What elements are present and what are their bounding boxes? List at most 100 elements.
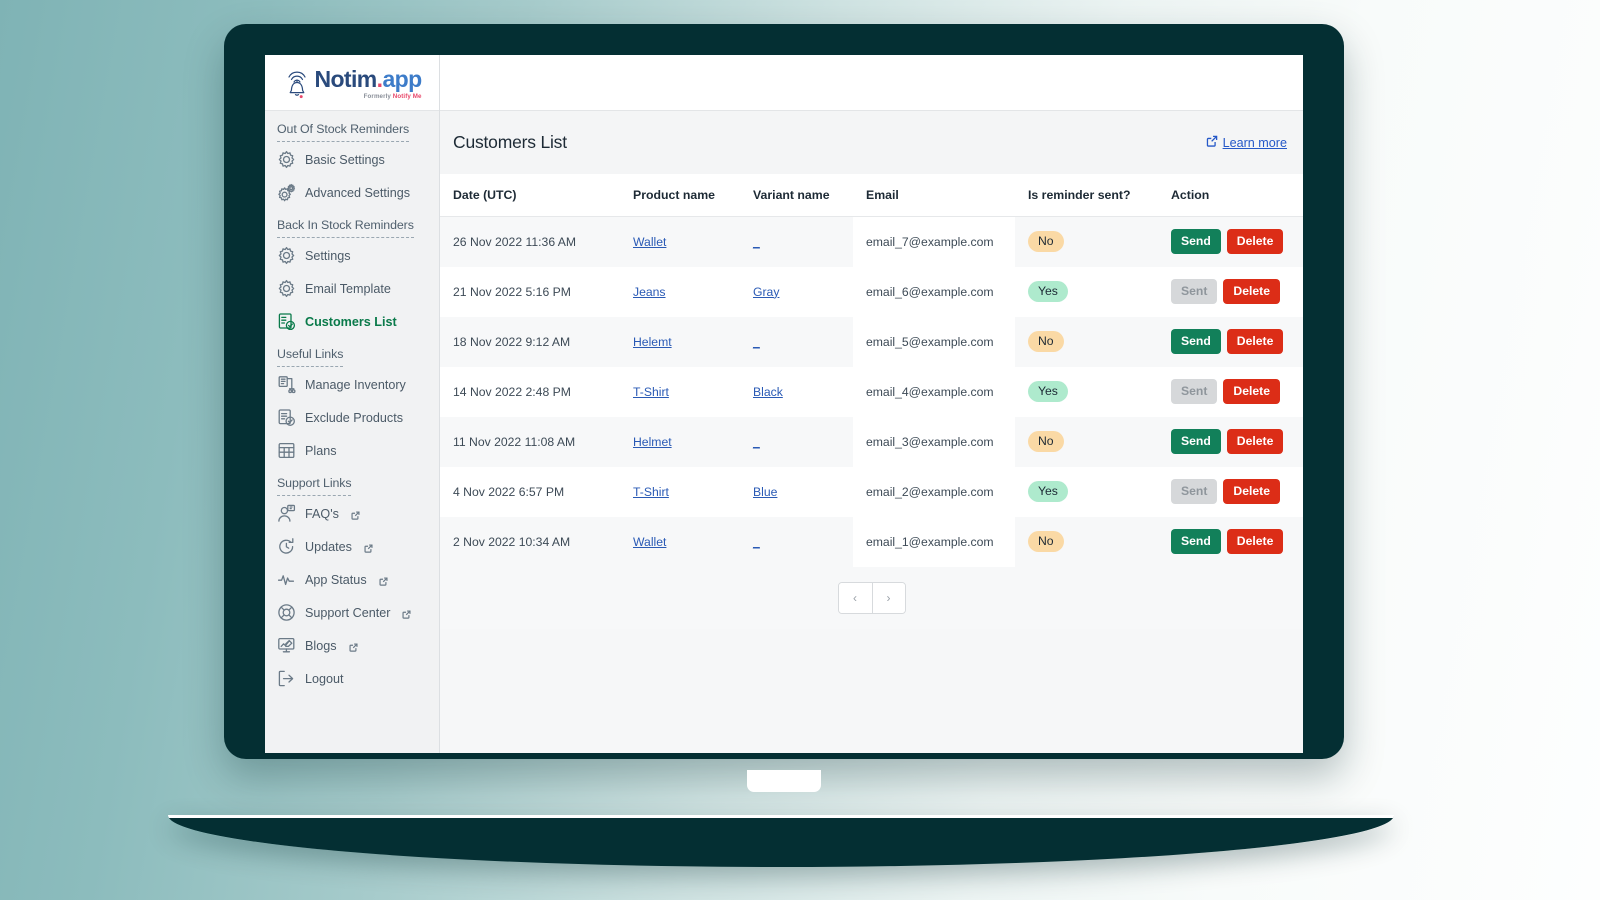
cell-email: email_1@example.com <box>853 516 1015 567</box>
column-header-action[interactable]: Action <box>1158 174 1303 217</box>
cell-action: Send Delete <box>1158 316 1303 367</box>
logo-word-part1: Notim <box>314 65 377 92</box>
gear-icon <box>277 246 296 265</box>
sidebar-item-blogs[interactable]: Blogs <box>265 629 439 662</box>
send-button[interactable]: Send <box>1171 328 1221 355</box>
variant-link[interactable]: _ <box>753 535 760 549</box>
sidebar-item-plans[interactable]: Plans <box>265 434 439 467</box>
table-row: 4 Nov 2022 6:57 PM T-Shirt Blue email_2@exa… <box>440 466 1303 517</box>
table-row: 18 Nov 2022 9:12 AM Helemt _ email_5@exampl… <box>440 316 1303 367</box>
cell-product: T-Shirt <box>620 466 740 517</box>
sidebar-item-exclude-products[interactable]: Exclude Products <box>265 401 439 434</box>
cell-product: Helmet <box>620 416 740 467</box>
sidebar-item-customers-list[interactable]: Customers List <box>265 305 439 338</box>
sidebar-item-label: Basic Settings <box>305 152 385 167</box>
sidebar-item-app-status[interactable]: App Status <box>265 563 439 596</box>
variant-link[interactable]: _ <box>753 235 760 249</box>
product-link[interactable]: Helmet <box>633 435 672 449</box>
cell-product: Jeans <box>620 266 740 317</box>
laptop-mockup: Notim.app Formerly Notify Me Out Of Stoc… <box>0 0 1600 900</box>
external-link-icon <box>348 641 358 652</box>
sidebar-item-label: Updates <box>305 539 352 554</box>
sidebar-item-logout[interactable]: Logout <box>265 662 439 695</box>
product-link[interactable]: T-Shirt <box>633 385 669 399</box>
sidebar-group-items: Manage Inventory Exclude Products Plans <box>265 368 439 467</box>
sidebar-item-basic-settings[interactable]: Basic Settings <box>265 143 439 176</box>
cell-date: 4 Nov 2022 6:57 PM <box>440 466 620 517</box>
customers-table-wrapper: Date (UTC) Product name Variant name Ema… <box>440 174 1303 629</box>
cell-reminder-sent: No <box>1015 316 1158 367</box>
status-badge: Yes <box>1028 480 1068 503</box>
delete-button[interactable]: Delete <box>1223 378 1281 405</box>
column-header-product[interactable]: Product name <box>620 174 740 217</box>
delete-button[interactable]: Delete <box>1223 278 1281 305</box>
variant-link[interactable]: Black <box>753 385 783 399</box>
product-link[interactable]: Wallet <box>633 235 666 249</box>
variant-link[interactable]: Gray <box>753 285 779 299</box>
pagination: ‹ › <box>837 581 906 614</box>
user-question-icon <box>277 504 296 523</box>
cell-variant: _ <box>740 216 853 267</box>
send-button[interactable]: Send <box>1171 229 1221 255</box>
pagination-next-button[interactable]: › <box>871 582 905 613</box>
learn-more-link[interactable]: Learn more <box>1206 135 1287 150</box>
cell-product: Wallet <box>620 516 740 567</box>
product-link[interactable]: Helemt <box>633 335 672 349</box>
sidebar-item-email-template[interactable]: Email Template <box>265 272 439 305</box>
sidebar-item-faq-s[interactable]: FAQ's <box>265 497 439 530</box>
cell-email: email_2@example.com <box>853 466 1015 517</box>
send-button[interactable]: Send <box>1171 528 1221 555</box>
column-header-variant[interactable]: Variant name <box>740 174 853 217</box>
table-row: 26 Nov 2022 11:36 AM Wallet _ email_7@examp… <box>440 216 1303 267</box>
external-link-icon <box>351 509 360 520</box>
logo-subtitle-prefix: Formerly <box>363 92 393 100</box>
delete-button[interactable]: Delete <box>1226 428 1284 455</box>
sidebar-item-manage-inventory[interactable]: Manage Inventory <box>265 368 439 401</box>
product-link[interactable]: Jeans <box>633 285 666 299</box>
delete-button[interactable]: Delete <box>1226 229 1284 255</box>
cell-email: email_6@example.com <box>853 266 1015 317</box>
page-header: Customers List Learn more <box>440 111 1303 174</box>
sent-button: Sent <box>1171 478 1218 505</box>
status-badge: No <box>1028 430 1064 453</box>
cell-reminder-sent: No <box>1015 516 1158 567</box>
cell-variant: Black <box>740 366 853 417</box>
main-area: Customers List Learn more Date (UTC) Pro… <box>440 55 1303 753</box>
sidebar-item-label: Plans <box>305 443 337 458</box>
send-button[interactable]: Send <box>1171 428 1221 455</box>
column-header-email[interactable]: Email <box>853 174 1015 217</box>
variant-link[interactable]: Blue <box>753 485 777 499</box>
delete-button[interactable]: Delete <box>1223 478 1281 505</box>
status-badge: No <box>1028 231 1064 253</box>
logo[interactable]: Notim.app Formerly Notify Me <box>282 65 422 100</box>
pagination-bar: ‹ › <box>440 566 1303 629</box>
external-link-icon <box>364 542 373 553</box>
sidebar-item-settings[interactable]: Settings <box>265 239 439 272</box>
external-link-icon <box>379 575 388 586</box>
sidebar-item-support-center[interactable]: Support Center <box>265 596 439 629</box>
delete-button[interactable]: Delete <box>1226 328 1284 355</box>
cell-reminder-sent: Yes <box>1015 466 1158 517</box>
top-bar <box>440 55 1303 111</box>
variant-link[interactable]: _ <box>753 435 760 449</box>
cell-date: 2 Nov 2022 10:34 AM <box>440 516 620 567</box>
sidebar-item-label: Exclude Products <box>305 410 404 425</box>
product-link[interactable]: T-Shirt <box>633 485 669 499</box>
column-header-reminder[interactable]: Is reminder sent? <box>1015 174 1158 217</box>
cell-reminder-sent: Yes <box>1015 366 1158 417</box>
sidebar-item-updates[interactable]: Updates <box>265 530 439 563</box>
sidebar-item-label: FAQ's <box>305 506 339 521</box>
pagination-prev-button[interactable]: ‹ <box>838 582 872 613</box>
brand-header[interactable]: Notim.app Formerly Notify Me <box>265 55 439 111</box>
table-row: 21 Nov 2022 5:16 PM Jeans Gray email_6@exam… <box>440 266 1303 317</box>
delete-button[interactable]: Delete <box>1226 528 1284 555</box>
cell-variant: Gray <box>740 266 853 317</box>
product-link[interactable]: Wallet <box>633 535 666 549</box>
cell-action: Send Delete <box>1158 516 1303 567</box>
sidebar-group-title: Support Links <box>277 476 352 496</box>
page-card: Customers List Learn more Date (UTC) Pro… <box>440 111 1303 749</box>
variant-link[interactable]: _ <box>753 335 760 349</box>
logo-text: Notim.app Formerly Notify Me <box>314 65 422 100</box>
sidebar-item-advanced-settings[interactable]: Advanced Settings <box>265 176 439 209</box>
column-header-date[interactable]: Date (UTC) <box>440 174 620 217</box>
